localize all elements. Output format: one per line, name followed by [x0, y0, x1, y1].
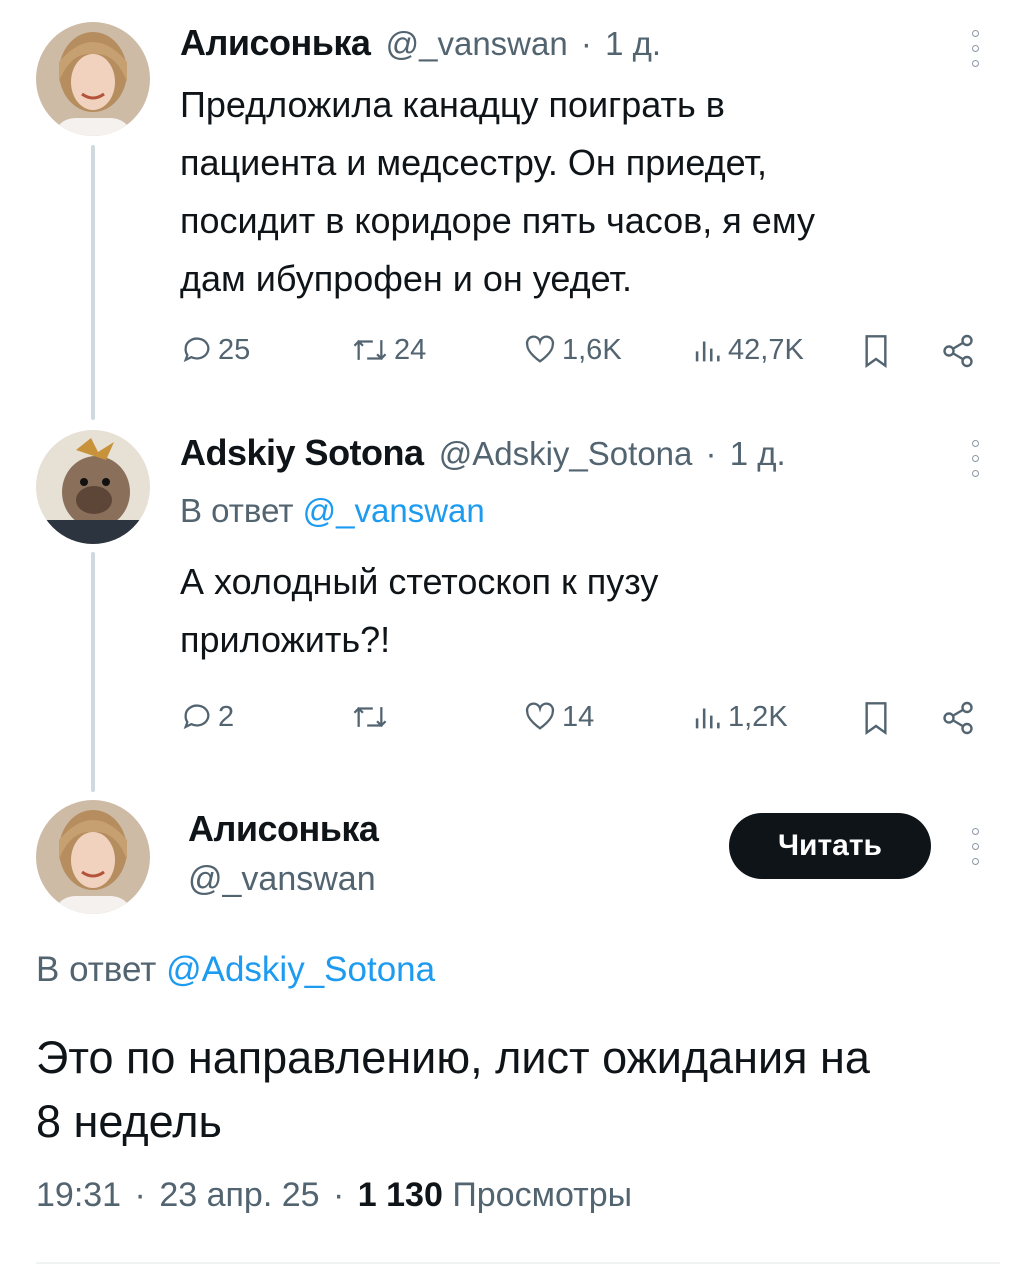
tweet-text: Предложила канадцу поиграть в пациента и… [180, 84, 815, 299]
like-count: 14 [562, 700, 595, 733]
reply-button[interactable]: 2 [180, 700, 234, 734]
avatar[interactable] [36, 800, 150, 914]
divider [36, 1262, 1000, 1264]
bookmark-icon [865, 702, 887, 735]
bookmark-button[interactable] [860, 333, 892, 369]
views-icon [695, 708, 720, 729]
tweet-meta: 19:31 · 23 апр. 25 · 1 130 Просмотры [36, 1176, 632, 1215]
thread-line [91, 552, 95, 792]
more-icon[interactable] [972, 30, 980, 67]
author-handle[interactable]: @Adskiy_Sotona [439, 435, 693, 472]
tweet-text: Это по направлению, лист ожидания на 8 н… [36, 1032, 870, 1147]
share-button[interactable] [940, 333, 976, 369]
separator: · [705, 435, 717, 472]
more-icon[interactable] [972, 828, 980, 865]
bookmark-button[interactable] [860, 700, 892, 736]
thread-line [91, 145, 95, 420]
more-icon[interactable] [972, 440, 980, 477]
reply-prefix: В ответ [180, 492, 294, 529]
timestamp[interactable]: 1 д. [730, 435, 786, 472]
share-button[interactable] [940, 700, 976, 736]
reply-icon [183, 704, 210, 730]
author-handle[interactable]: @_vanswan [188, 860, 376, 899]
reply-button[interactable]: 25 [180, 333, 250, 367]
retweet-button[interactable]: 24 [350, 333, 426, 367]
avatar[interactable] [36, 22, 150, 136]
author-name[interactable]: Алисонька [188, 808, 379, 850]
heart-icon [525, 702, 555, 730]
views-button[interactable]: 42,7K [690, 333, 804, 367]
retweet-icon [353, 339, 387, 361]
reply-to-link[interactable]: @Adskiy_Sotona [166, 950, 435, 989]
retweet-count: 24 [394, 333, 427, 366]
like-button[interactable]: 14 [522, 700, 594, 734]
separator: · [134, 1176, 146, 1214]
reply-icon [183, 337, 210, 363]
heart-icon [525, 335, 555, 363]
tweet-text: А холодный стетоскоп к пузу приложить?! [180, 561, 659, 660]
separator: · [333, 1176, 345, 1214]
reply-prefix: В ответ [36, 950, 157, 989]
reply-count: 25 [218, 333, 251, 366]
views-label: Просмотры [452, 1176, 633, 1214]
author-name[interactable]: Adskiy Sotona [180, 432, 424, 473]
reply-to-link[interactable]: @_vanswan [303, 492, 485, 529]
share-icon [943, 334, 973, 368]
views-icon [695, 341, 720, 362]
views-button[interactable]: 1,2K [690, 700, 788, 734]
like-button[interactable]: 1,6K [522, 333, 622, 367]
retweet-button[interactable] [350, 700, 394, 734]
author-handle[interactable]: @_vanswan [386, 25, 568, 62]
post-time[interactable]: 19:31 [36, 1176, 121, 1214]
views-count: 1 130 [357, 1176, 443, 1214]
post-date[interactable]: 23 апр. 25 [159, 1176, 319, 1214]
author-name[interactable]: Алисонька [180, 22, 371, 63]
share-icon [943, 701, 973, 735]
timestamp[interactable]: 1 д. [605, 25, 661, 62]
retweet-icon [353, 706, 387, 728]
separator: · [580, 25, 592, 62]
like-count: 1,6K [562, 333, 622, 366]
reply-count: 2 [218, 700, 235, 733]
avatar[interactable] [36, 430, 150, 544]
follow-button[interactable]: Читать [729, 813, 931, 879]
views-count: 1,2K [728, 700, 788, 733]
bookmark-icon [865, 335, 887, 368]
views-count: 42,7K [728, 333, 804, 366]
